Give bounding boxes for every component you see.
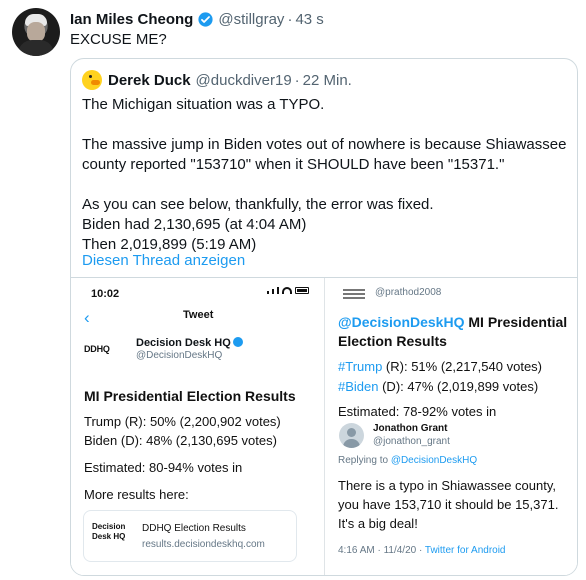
quoted-body-line: The massive jump in Biden votes out of n… (82, 136, 567, 173)
phone-status-time: 10:02 (91, 288, 120, 300)
ddhq-card-logo: Decision Desk HQ (92, 522, 126, 541)
author-name[interactable]: Ian Miles Cheong (70, 11, 193, 28)
quoted-author-handle[interactable]: @duckdiver19 (196, 72, 292, 89)
ddhq-screenshot[interactable]: 10:02 ‹ Tweet DDHQ Decision Desk HQ @Dec… (71, 278, 324, 575)
verified-badge-icon (198, 11, 213, 27)
ddhq-account-handle: @DecisionDeskHQ (136, 349, 223, 361)
biden-hashtag[interactable]: #Biden (338, 379, 378, 394)
author-avatar[interactable] (12, 8, 60, 56)
small-logo-icon (343, 289, 365, 301)
reply-text-line: It's a big deal! (338, 516, 418, 531)
card-title: DDHQ Election Results (142, 523, 246, 534)
ddhq-account-name: Decision Desk HQ (136, 336, 243, 350)
reply-text-line: you have 153,710 it should be 15,371. (338, 497, 559, 512)
quoted-body-line: The Michigan situation was a TYPO. (82, 96, 325, 113)
right-biden-line: #Biden (D): 47% (2,019,899 votes) (338, 379, 539, 394)
right-results-title: @DecisionDeskHQ MI Presidential Election… (338, 314, 568, 349)
reply-avatar[interactable] (339, 423, 364, 448)
battery-icon (295, 287, 309, 294)
biden-result-line: Biden (D): 48% (2,130,695 votes) (84, 433, 277, 448)
tweet-text: EXCUSE ME? (70, 31, 167, 48)
quoted-tweet[interactable]: Derek Duck @duckdiver19 · 22 Min. The Mi… (70, 58, 578, 576)
decisiondesk-mention[interactable]: @DecisionDeskHQ (338, 314, 464, 330)
reply-author-name: Jonathon Grant (373, 423, 448, 434)
phone-status-icons (267, 287, 309, 294)
quoted-body-line: Biden had 2,130,695 (at 4:04 AM) (82, 216, 307, 233)
replying-to-line: Replying to @DecisionDeskHQ (338, 455, 478, 466)
quoted-author-name[interactable]: Derek Duck (108, 72, 191, 89)
verified-badge-icon (232, 336, 243, 347)
quoted-body-line: As you can see below, thankfully, the er… (82, 196, 434, 213)
ddhq-link-card[interactable]: Decision Desk HQ DDHQ Election Results r… (83, 510, 297, 562)
mi-results-title: MI Presidential Election Results (84, 388, 296, 404)
prathod-handle: @prathod2008 (375, 287, 442, 298)
author-handle[interactable]: @stillgray (218, 11, 284, 28)
trump-hashtag[interactable]: #Trump (338, 359, 382, 374)
quoted-separator-dot: · (294, 71, 300, 89)
reply-meta: 4:16 AM · 11/4/20 · Twitter for Android (338, 545, 506, 556)
reply-screenshot[interactable]: @prathod2008 @DecisionDeskHQ MI Presiden… (325, 278, 577, 575)
card-url: results.decisiondeskhq.com (142, 539, 265, 550)
tweet-header: Ian Miles Cheong @stillgray · 43 s (70, 8, 324, 30)
ddhq-account-row: DDHQ Decision Desk HQ @DecisionDeskHQ (84, 335, 243, 363)
tweet-time[interactable]: 43 s (295, 11, 323, 28)
estimated-line: Estimated: 80-94% votes in (84, 460, 243, 475)
ddhq-logo-icon: DDHQ (84, 344, 110, 354)
trump-result-line: Trump (R): 50% (2,200,902 votes) (84, 414, 281, 429)
quoted-media[interactable]: 10:02 ‹ Tweet DDHQ Decision Desk HQ @Dec… (71, 277, 577, 575)
reply-author-handle: @jonathon_grant (373, 436, 450, 447)
duck-avatar-icon[interactable] (82, 70, 102, 90)
quoted-tweet-header: Derek Duck @duckdiver19 · 22 Min. (82, 69, 352, 91)
screenshot-tweet-heading: Tweet (183, 309, 214, 321)
tweet: Ian Miles Cheong @stillgray · 43 s EXCUS… (0, 0, 586, 580)
chevron-left-icon[interactable]: ‹ (84, 308, 90, 328)
show-thread-link[interactable]: Diesen Thread anzeigen (82, 252, 245, 269)
separator-dot: · (287, 10, 293, 28)
reply-text-line: There is a typo in Shiawassee county, (338, 478, 556, 493)
right-estimated-line: Estimated: 78-92% votes in (338, 404, 497, 419)
signal-icon (267, 291, 269, 294)
quoted-tweet-time[interactable]: 22 Min. (303, 72, 352, 89)
quoted-tweet-body: The Michigan situation was a TYPO. The m… (82, 95, 572, 255)
more-results-line: More results here: (84, 487, 189, 502)
reply-text: There is a typo in Shiawassee county, yo… (338, 476, 568, 533)
wifi-icon (282, 287, 292, 294)
right-trump-line: #Trump (R): 51% (2,217,540 votes) (338, 359, 543, 374)
